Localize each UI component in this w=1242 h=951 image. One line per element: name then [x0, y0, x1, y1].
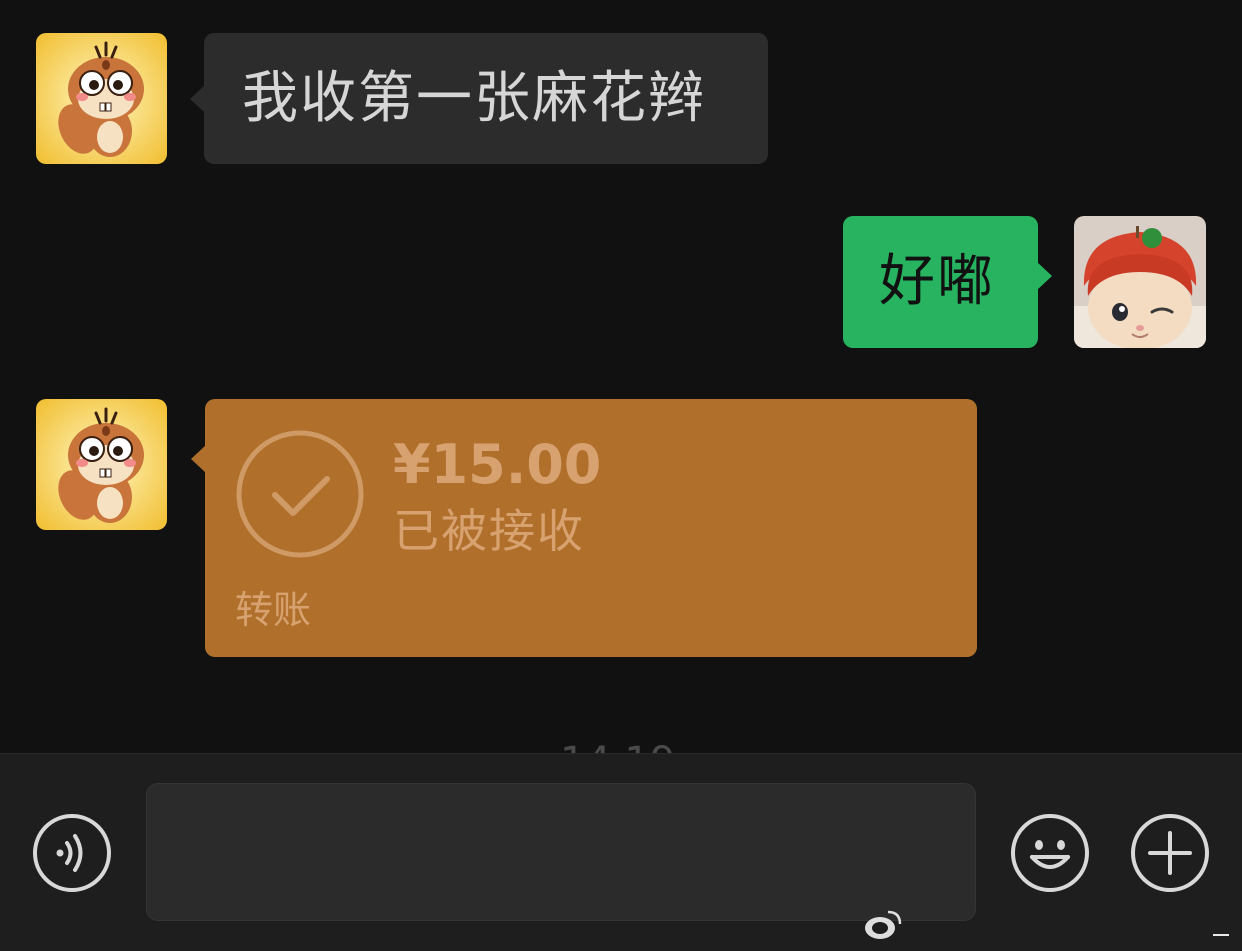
transfer-status: 已被接收 [393, 504, 585, 558]
message-text: 好嘟 [879, 249, 995, 314]
message-text: 我收第一张麻花辫 [242, 66, 706, 131]
contact-avatar[interactable] [36, 399, 167, 530]
check-circle-icon [235, 429, 365, 559]
chat-screen: 我收第一张麻花辫 好嘟 ¥15.00 已被接收 转账 [0, 0, 1242, 951]
emoji-button[interactable] [1010, 813, 1090, 893]
transfer-amount: ¥15.00 [393, 433, 602, 496]
input-bar [0, 753, 1242, 951]
cursor-marker [1213, 934, 1229, 936]
plus-icon [1131, 814, 1209, 892]
transfer-card[interactable]: ¥15.00 已被接收 转账 [191, 399, 977, 657]
voice-icon [33, 814, 111, 892]
outgoing-message-bubble[interactable]: 好嘟 [843, 216, 1052, 348]
incoming-message-bubble[interactable]: 我收第一张麻花辫 [190, 33, 768, 164]
my-avatar[interactable] [1074, 216, 1206, 348]
plus-button[interactable] [1130, 813, 1210, 893]
voice-button[interactable] [32, 813, 112, 893]
message-input[interactable] [146, 783, 976, 921]
contact-avatar[interactable] [36, 33, 167, 164]
emoji-icon [1011, 814, 1089, 892]
transfer-label: 转账 [235, 588, 312, 632]
watermark-logo [858, 904, 918, 944]
